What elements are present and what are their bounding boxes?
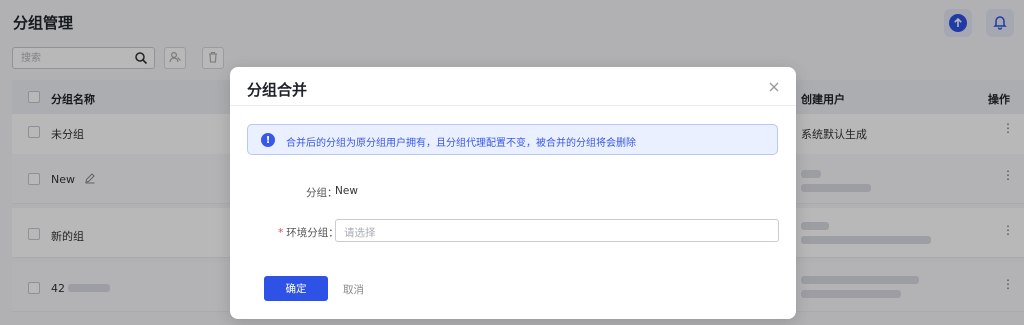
info-icon: ! bbox=[261, 133, 275, 147]
notice-text: 合并后的分组为原分组用户拥有，且分组代理配置不变，被合并的分组将会删除 bbox=[286, 138, 636, 149]
dialog-title: 分组合并 bbox=[247, 81, 308, 99]
dialog-divider bbox=[230, 105, 796, 106]
group-label: 分组： bbox=[306, 187, 338, 199]
group-value: New bbox=[335, 185, 358, 197]
target-group-label-text: 环境分组： bbox=[286, 227, 339, 239]
confirm-button[interactable]: 确定 bbox=[264, 276, 328, 301]
required-mark: * bbox=[278, 227, 284, 239]
close-icon[interactable] bbox=[766, 79, 782, 95]
info-notice: ! 合并后的分组为原分组用户拥有，且分组代理配置不变，被合并的分组将会删除 bbox=[247, 124, 778, 155]
target-group-label: * 环境分组： bbox=[278, 225, 339, 240]
target-group-select[interactable]: 请选择 bbox=[335, 219, 779, 242]
select-placeholder: 请选择 bbox=[344, 227, 376, 239]
cancel-button[interactable]: 取消 bbox=[343, 282, 364, 297]
merge-group-dialog: 分组合并 ! 合并后的分组为原分组用户拥有，且分组代理配置不变，被合并的分组将会… bbox=[230, 67, 796, 319]
